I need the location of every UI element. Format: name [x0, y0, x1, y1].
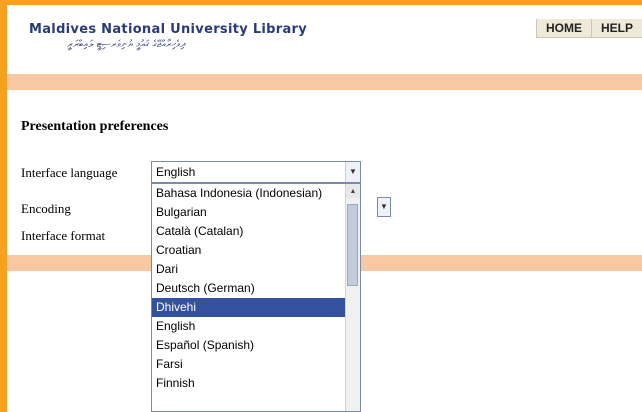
dropdown-option[interactable]: Dhivehi	[152, 298, 346, 317]
chevron-down-icon[interactable]: ▼	[345, 162, 360, 182]
scrollbar-thumb[interactable]	[347, 204, 358, 286]
dropdown-option[interactable]: Croatian	[152, 241, 346, 260]
help-link[interactable]: HELP	[590, 19, 642, 38]
interface-format-label: Interface format	[21, 228, 106, 243]
encoding-label: Encoding	[21, 201, 71, 216]
interface-language-value: English	[156, 165, 196, 179]
dropdown-option[interactable]: Bulgarian	[152, 203, 346, 222]
chevron-down-icon: ▼	[380, 202, 388, 211]
interface-language-label: Interface language	[21, 165, 118, 180]
dropdown-option[interactable]: English	[152, 317, 346, 336]
dropdown-option[interactable]: Bahasa Indonesia (Indonesian)	[152, 184, 346, 203]
header-band	[7, 74, 642, 90]
section-title: Presentation preferences	[21, 119, 169, 134]
chevron-up-icon[interactable]: ▲	[346, 184, 360, 198]
page: Maldives National University Library ދިވ…	[7, 5, 642, 412]
dropdown-option[interactable]: Deutsch (German)	[152, 279, 346, 298]
dropdown-option[interactable]: Finnish	[152, 374, 346, 393]
library-logo-subtitle: ދިވެހިރާއްޖޭގެ ޤައުމީ ޔުނިވަރސިޓީ ލައިބް…	[67, 39, 186, 50]
dropdown-option[interactable]: Español (Spanish)	[152, 336, 346, 355]
language-dropdown-list[interactable]: Bahasa Indonesia (Indonesian) Bulgarian Ca…	[151, 183, 361, 412]
dropdown-option[interactable]: Dari	[152, 260, 346, 279]
dropdown-options: Bahasa Indonesia (Indonesian) Bulgarian Ca…	[152, 184, 360, 393]
dropdown-scrollbar[interactable]: ▲	[345, 184, 360, 411]
home-link[interactable]: HOME	[535, 19, 591, 38]
encoding-select-arrow[interactable]: ▼	[377, 197, 391, 217]
interface-language-select[interactable]: English ▼	[151, 161, 361, 183]
dropdown-option[interactable]: Català (Catalan)	[152, 222, 346, 241]
dropdown-option[interactable]: Farsi	[152, 355, 346, 374]
library-logo-title: Maldives National University Library	[29, 22, 308, 37]
top-nav: HOME HELP	[535, 19, 642, 38]
